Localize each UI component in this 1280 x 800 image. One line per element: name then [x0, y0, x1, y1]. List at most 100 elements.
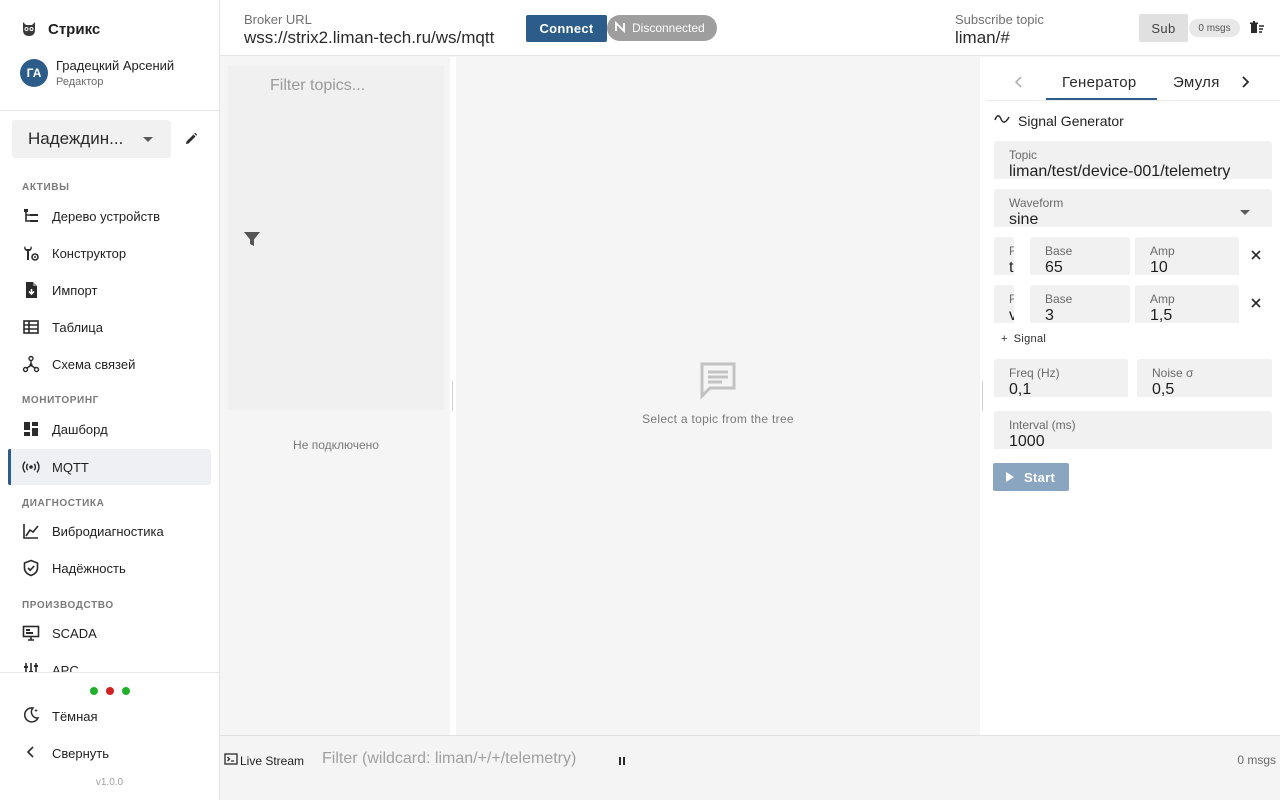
amp-label: Amp [1150, 244, 1175, 258]
nav-item-apc[interactable]: APC [8, 652, 211, 672]
user-name: Градецкий Арсений [56, 58, 175, 73]
nav-item-scada[interactable]: SCADA [8, 615, 211, 651]
section-assets: АКТИВЫ [22, 182, 70, 193]
nav-item-vibro[interactable]: Вибродиагностика [8, 513, 211, 549]
nav-item-dashboard[interactable]: Дашборд [8, 411, 211, 447]
shield-check-icon [22, 559, 40, 577]
broker-url-field[interactable]: Broker URL wss://strix2.liman-tech.ru/ws… [244, 12, 494, 48]
broadcast-icon [22, 458, 40, 476]
tab-emulator[interactable]: Эмуля [1173, 74, 1223, 91]
field-value: t [1009, 259, 1014, 275]
message-viewer-empty: Select a topic from the tree [456, 360, 980, 426]
user-profile[interactable]: ГА Градецкий Арсений Редактор [20, 58, 174, 88]
user-role: Редактор [56, 76, 104, 88]
brand-name: Стрикс [48, 20, 101, 38]
freq-field[interactable]: Freq (Hz) 0,1 [994, 359, 1128, 398]
field-label: F [1009, 292, 1014, 306]
subscribe-topic-field[interactable]: Subscribe topic liman/# [955, 12, 1044, 48]
chevron-left-icon[interactable] [1012, 74, 1026, 90]
chevron-down-icon [143, 137, 153, 142]
signal-amp-input[interactable]: Amp 1,5 [1135, 285, 1239, 324]
filter-topics-input[interactable]: Filter topics... [270, 77, 365, 95]
table-icon [22, 318, 40, 336]
add-signal-button[interactable]: + Signal [1001, 333, 1046, 345]
close-icon[interactable] [1249, 248, 1263, 262]
clear-messages-icon[interactable] [1249, 20, 1265, 36]
interval-field[interactable]: Interval (ms) 1000 [994, 411, 1272, 450]
nav-label: APC [52, 662, 79, 673]
sliders-icon [22, 661, 40, 672]
disconnected-icon [613, 20, 627, 37]
pause-icon[interactable] [617, 754, 627, 766]
stream-filter-input[interactable]: Filter (wildcard: liman/+/+/telemetry) [322, 750, 576, 768]
chevron-right-icon[interactable] [1238, 74, 1252, 90]
owl-logo-icon [20, 20, 38, 38]
edit-project-icon[interactable] [182, 130, 200, 148]
tab-generator[interactable]: Генератор [1062, 74, 1137, 91]
hierarchy-icon [22, 355, 40, 373]
collapse-sidebar-button[interactable]: Свернуть [22, 743, 109, 763]
theme-toggle[interactable]: Тёмная [22, 706, 98, 726]
interval-label: Interval (ms) [1009, 418, 1076, 432]
empty-state-text: Select a topic from the tree [642, 412, 794, 426]
signal-base-input[interactable]: Base 3 [1030, 285, 1130, 324]
brand[interactable]: Стрикс [20, 18, 100, 40]
nav-item-import[interactable]: Импорт [8, 272, 211, 308]
noise-field[interactable]: Noise σ 0,5 [1137, 359, 1272, 398]
subscribe-topic-label: Subscribe topic [955, 12, 1044, 27]
tree-icon [22, 207, 40, 225]
amp-label: Amp [1150, 292, 1175, 306]
broker-url-label: Broker URL [244, 12, 312, 27]
signal-field-input[interactable]: F t [994, 237, 1014, 275]
nav-item-reliability[interactable]: Надёжность [8, 550, 211, 586]
connection-status-dots [90, 687, 130, 695]
close-icon[interactable] [1249, 296, 1263, 310]
project-select-value: Надеждин... [28, 129, 124, 148]
divider [0, 672, 219, 673]
nav-item-mqtt[interactable]: MQTT [8, 449, 211, 485]
base-value: 3 [1045, 307, 1054, 324]
nav-label: Импорт [52, 282, 98, 298]
freq-label: Freq (Hz) [1009, 366, 1060, 380]
signal-amp-input[interactable]: Amp 10 [1135, 237, 1239, 276]
subscribe-topic-input[interactable]: liman/# [955, 28, 1044, 48]
topic-label: Topic [1009, 148, 1038, 162]
line-chart-icon [22, 522, 40, 540]
start-button[interactable]: Start [993, 463, 1069, 491]
status-dot [122, 687, 130, 695]
topic-field[interactable]: Topic liman/test/device-001/telemetry [994, 141, 1272, 181]
nav-label: Дерево устройств [52, 208, 160, 224]
moon-icon [22, 706, 40, 727]
nav-item-table[interactable]: Таблица [8, 309, 211, 345]
nav-item-links[interactable]: Схема связей [8, 346, 211, 382]
live-stream-header: Live Stream [224, 752, 304, 769]
start-label: Start [1024, 469, 1056, 485]
noise-value: 0,5 [1152, 381, 1175, 398]
freq-value: 0,1 [1009, 381, 1032, 398]
field-value: v [1009, 307, 1014, 323]
connect-button[interactable]: Connect [526, 15, 607, 42]
base-label: Base [1045, 244, 1073, 258]
status-dot [90, 687, 98, 695]
mqtt-toolbar: Broker URL wss://strix2.liman-tech.ru/ws… [220, 0, 1280, 56]
waveform-select[interactable]: Waveform sine [994, 189, 1272, 228]
broker-url-input[interactable]: wss://strix2.liman-tech.ru/ws/mqtt [244, 28, 494, 48]
waveform-label: Waveform [1009, 196, 1064, 210]
nav-item-constructor[interactable]: Конструктор [8, 235, 211, 271]
signal-base-input[interactable]: Base 65 [1030, 237, 1130, 276]
sub-button[interactable]: Sub [1139, 14, 1188, 42]
terminal-icon [224, 752, 238, 769]
nav-item-device-tree[interactable]: Дерево устройств [8, 198, 211, 234]
plus-icon: + [1001, 333, 1008, 345]
filter-icon[interactable] [242, 229, 262, 249]
nav-menu: АКТИВЫ Дерево устройств Конструктор Импо… [0, 172, 219, 672]
sine-wave-icon [994, 111, 1010, 130]
signal-field-input[interactable]: F v [994, 285, 1014, 323]
divider [986, 100, 1280, 101]
nav-label: Схема связей [52, 356, 136, 372]
amp-value: 1,5 [1150, 307, 1173, 324]
app-version: v1.0.0 [95, 777, 124, 788]
message-icon [698, 360, 738, 400]
topic-input[interactable]: liman/test/device-001/telemetry [1009, 163, 1230, 181]
project-select[interactable]: Надеждин... [12, 120, 171, 158]
